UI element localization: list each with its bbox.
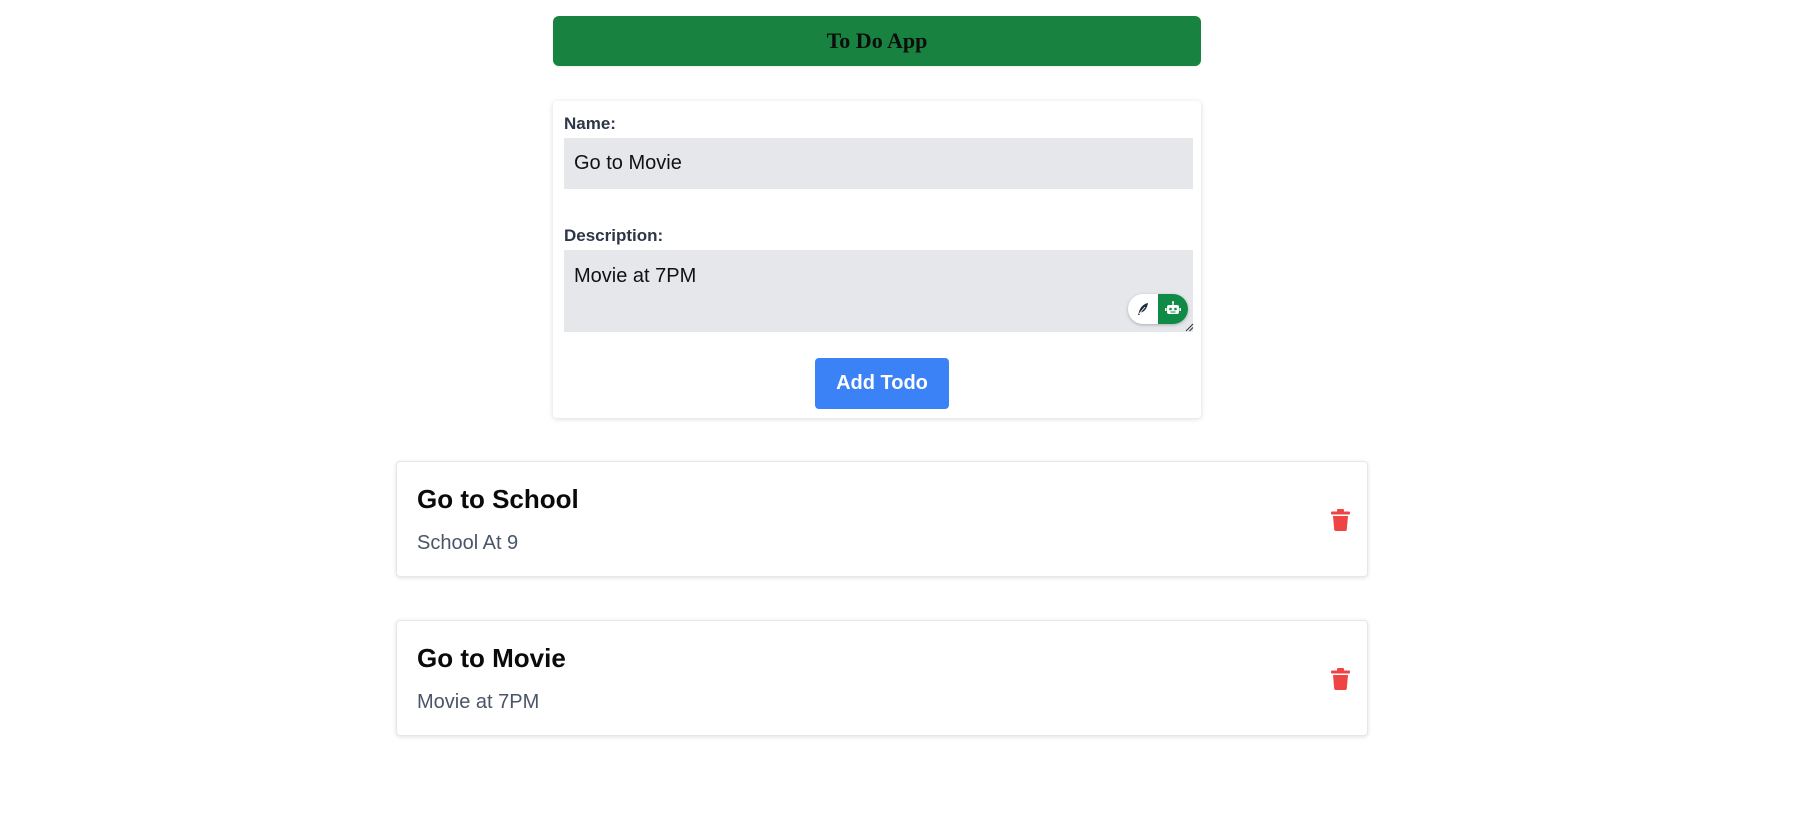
name-label: Name: [564,114,616,133]
trash-icon [1330,509,1350,531]
description-textarea[interactable]: Movie at 7PM [564,250,1193,332]
todo-item: Go to Movie Movie at 7PM [396,620,1368,736]
todo-description: Movie at 7PM [417,691,540,713]
app-title: To Do App [826,28,928,53]
trash-icon [1330,668,1350,690]
delete-todo-button[interactable] [1329,508,1351,532]
delete-todo-button[interactable] [1329,667,1351,691]
robot-icon[interactable] [1158,294,1188,324]
add-todo-button[interactable]: Add Todo [815,358,949,409]
todo-title: Go to School [417,484,579,514]
todo-app-page: To Do App Name: Description: Movie at 7P… [0,0,1815,826]
feather-icon[interactable] [1128,294,1158,324]
todo-title: Go to Movie [417,643,566,673]
app-header: To Do App [553,16,1201,66]
name-input[interactable] [564,138,1193,189]
todo-item: Go to School School At 9 [396,461,1368,577]
todo-description: School At 9 [417,532,519,554]
resize-handle-icon[interactable] [1185,323,1194,332]
writing-assistant-widget[interactable] [1128,294,1188,324]
todo-form: Name: Description: Movie at 7PM [553,101,1201,418]
description-label: Description: [564,226,664,245]
